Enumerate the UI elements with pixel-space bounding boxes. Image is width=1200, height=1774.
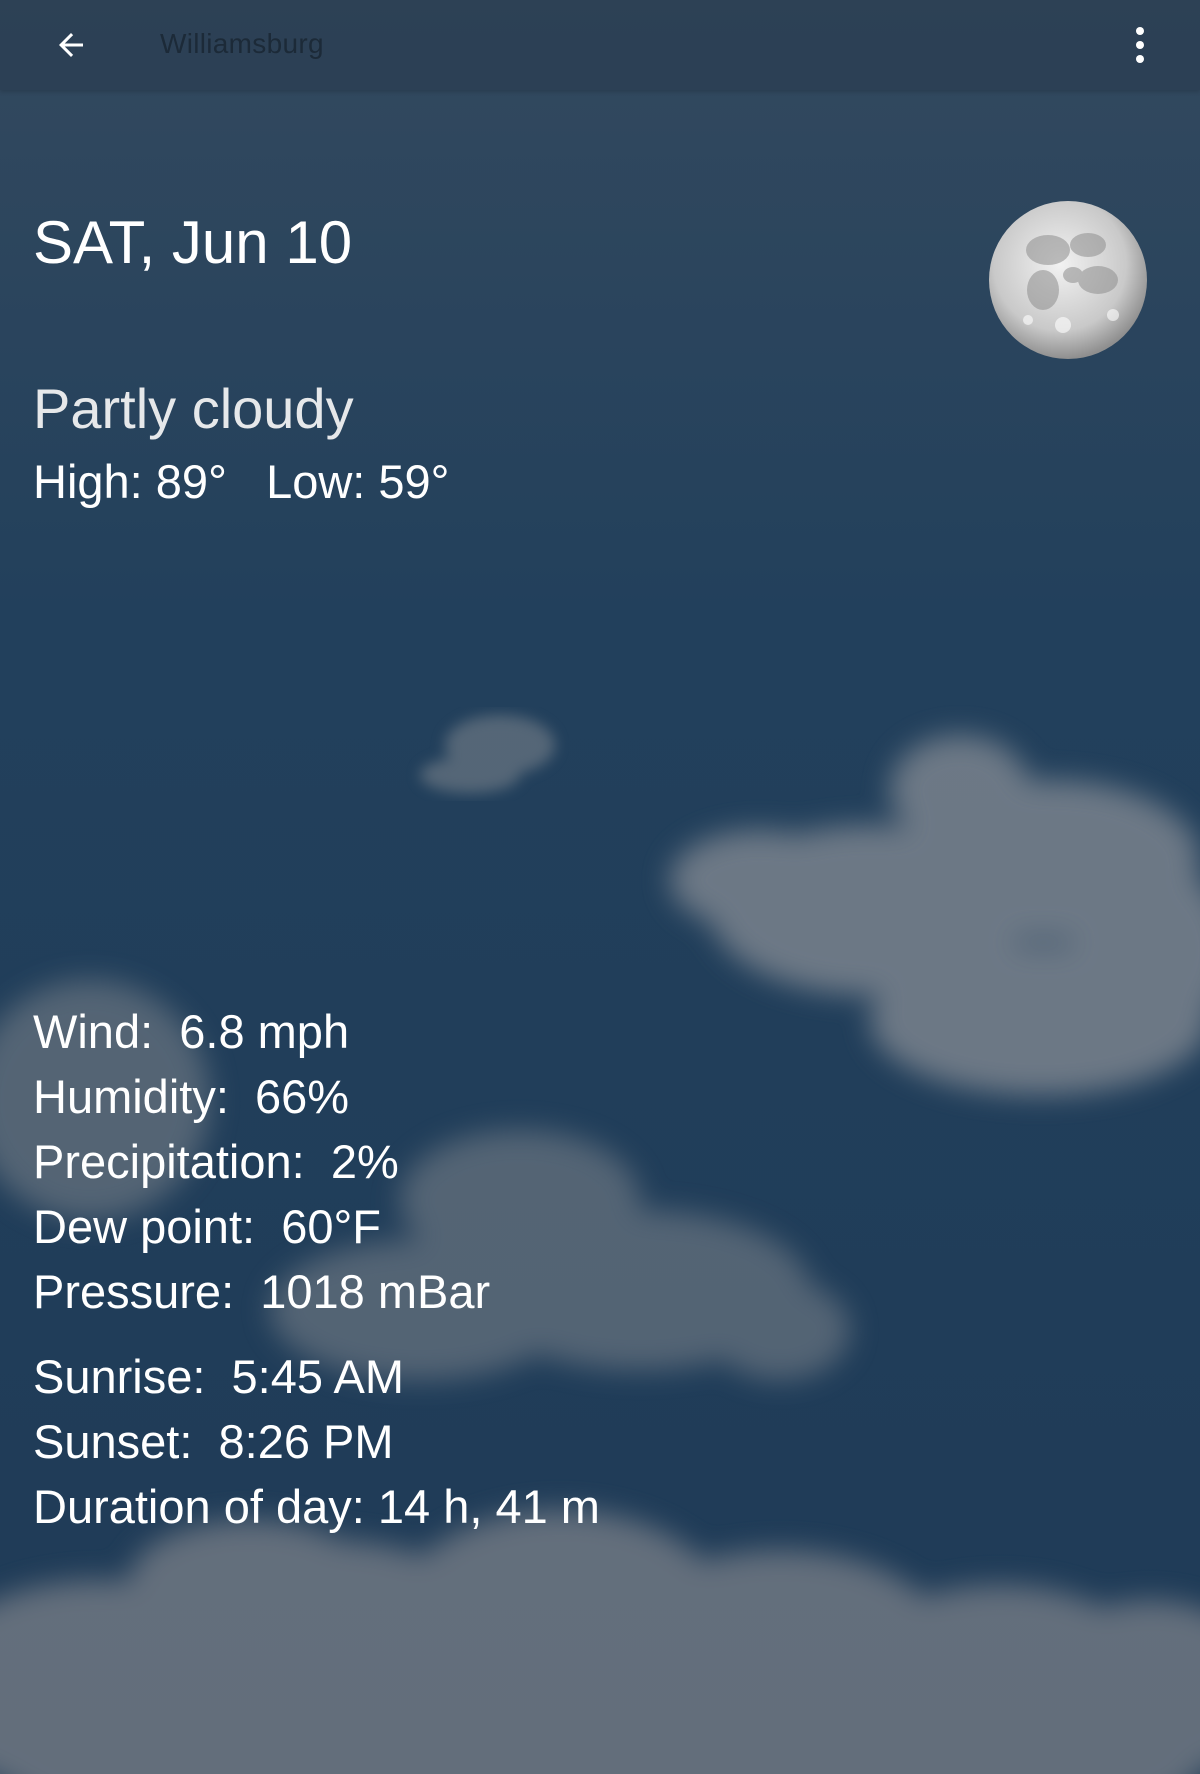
arrow-left-icon [59, 33, 83, 57]
wind-label: Wind: [33, 1005, 154, 1058]
overflow-menu-button[interactable] [1110, 14, 1170, 76]
pressure-label: Pressure: [33, 1265, 235, 1318]
dew-point-row: Dew point: 60°F [33, 1199, 381, 1255]
high-temp: 89° [155, 455, 227, 508]
low-label: Low: [266, 455, 366, 508]
sunrise-label: Sunrise: [33, 1350, 206, 1403]
back-button[interactable] [36, 14, 106, 76]
humidity-value: 66% [255, 1070, 350, 1123]
more-vertical-icon [1136, 27, 1144, 63]
low-temp: 59° [378, 455, 450, 508]
sunset-value: 8:26 PM [218, 1415, 394, 1468]
location-title: Williamsburg [160, 28, 324, 59]
weather-condition: Partly cloudy [33, 377, 354, 440]
precipitation-label: Precipitation: [33, 1135, 305, 1188]
day-duration-value: 14 h, 41 m [377, 1480, 600, 1533]
humidity-row: Humidity: 66% [33, 1069, 349, 1125]
humidity-label: Humidity: [33, 1070, 229, 1123]
app-bar: Williamsburg [0, 0, 1200, 90]
sunset-row: Sunset: 8:26 PM [33, 1414, 394, 1470]
dew-point-label: Dew point: [33, 1200, 256, 1253]
sunrise-row: Sunrise: 5:45 AM [33, 1349, 404, 1405]
forecast-date: SAT, Jun 10 [33, 209, 353, 276]
full-moon-icon [989, 201, 1147, 359]
day-duration-row: Duration of day: 14 h, 41 m [33, 1479, 600, 1535]
wind-value: 6.8 mph [179, 1005, 350, 1058]
wind-row: Wind: 6.8 mph [33, 1004, 349, 1060]
high-label: High: [33, 455, 143, 508]
day-duration-label: Duration of day: [33, 1480, 365, 1533]
sunset-label: Sunset: [33, 1415, 193, 1468]
pressure-row: Pressure: 1018 mBar [33, 1264, 490, 1320]
pressure-value: 1018 mBar [260, 1265, 491, 1318]
high-low-temps: High: 89° Low: 59° [33, 454, 449, 509]
dew-point-value: 60°F [281, 1200, 381, 1253]
precipitation-row: Precipitation: 2% [33, 1134, 399, 1190]
precipitation-value: 2% [330, 1135, 399, 1188]
sunrise-value: 5:45 AM [231, 1350, 404, 1403]
